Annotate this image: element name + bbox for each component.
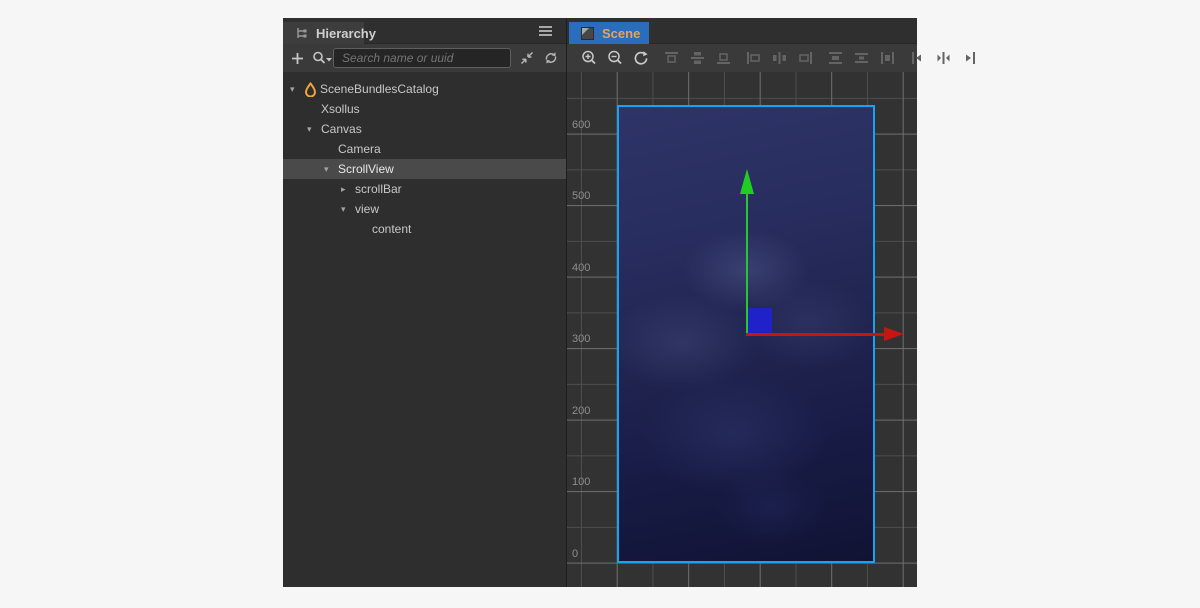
ruler-label-300: 300: [572, 333, 600, 346]
scene-viewport[interactable]: 600 500 400 300 200 100 0: [567, 72, 917, 587]
origin-handle[interactable]: [748, 308, 772, 333]
expand-arrow-icon[interactable]: ▾: [341, 199, 355, 219]
hierarchy-toolbar: [283, 44, 566, 72]
tree-item-label: SceneBundlesCatalog: [320, 82, 439, 96]
tree-item-view[interactable]: ▾ view: [283, 199, 566, 219]
x-axis-line: [746, 333, 885, 336]
expand-arrow-icon[interactable]: ▾: [324, 159, 338, 179]
align-vertical-center-icon[interactable]: [688, 49, 706, 67]
scene-toolbar: [567, 44, 917, 72]
refresh-icon[interactable]: [542, 49, 560, 67]
hierarchy-tabbar: Hierarchy: [283, 18, 566, 44]
collapse-all-icon[interactable]: [518, 49, 536, 67]
tree-item-scrollbar[interactable]: ▸ scrollBar: [283, 179, 566, 199]
hierarchy-panel: Hierarchy: [283, 18, 566, 587]
expand-arrow-icon[interactable]: ▸: [341, 179, 355, 199]
align-bottom-icon[interactable]: [714, 49, 732, 67]
expand-arrow-icon[interactable]: ▾: [290, 79, 304, 99]
hierarchy-tree-icon: [292, 24, 310, 42]
tab-hierarchy-label: Hierarchy: [316, 26, 376, 41]
tree-item-canvas[interactable]: ▾ Canvas: [283, 119, 566, 139]
zoom-in-icon[interactable]: [580, 49, 598, 67]
ruler-label-100: 100: [572, 476, 600, 489]
ruler-label-0: 0: [572, 548, 600, 561]
align-right-icon[interactable]: [796, 49, 814, 67]
hamburger-menu-icon[interactable]: [539, 26, 552, 36]
tree-item-label: Xsollus: [321, 102, 360, 116]
tree-item-content[interactable]: content: [283, 219, 566, 239]
scene-image-icon: [578, 24, 596, 42]
align-left-icon[interactable]: [744, 49, 762, 67]
tree-item-scenebundlescatalog[interactable]: ▾ SceneBundlesCatalog: [283, 79, 566, 99]
tree-item-label: scrollBar: [355, 182, 402, 196]
editor-window: Hierarchy: [283, 18, 917, 587]
tab-scene[interactable]: Scene: [569, 22, 649, 44]
hierarchy-tree: ▾ SceneBundlesCatalog Xsollus ▾ Canvas C…: [283, 72, 566, 587]
align-top-icon[interactable]: [662, 49, 680, 67]
ruler-label-200: 200: [572, 405, 600, 418]
distribute-vertical-icon[interactable]: [826, 49, 844, 67]
distribute-center-icon[interactable]: [852, 49, 870, 67]
tree-item-label: ScrollView: [338, 162, 394, 176]
expand-vertical-icon[interactable]: [934, 49, 952, 67]
ruler-label-600: 600: [572, 119, 600, 132]
tree-item-camera[interactable]: Camera: [283, 139, 566, 159]
reset-view-icon[interactable]: [632, 49, 650, 67]
search-input[interactable]: [333, 48, 511, 68]
x-axis-arrow-icon[interactable]: [884, 327, 904, 341]
expand-arrow-icon[interactable]: ▾: [307, 119, 321, 139]
tree-item-label: Camera: [338, 142, 381, 156]
tree-item-label: view: [355, 202, 379, 216]
shrink-horizontal-icon[interactable]: [960, 49, 978, 67]
tab-hierarchy[interactable]: Hierarchy: [283, 22, 364, 44]
tree-item-label: Canvas: [321, 122, 362, 136]
zoom-out-icon[interactable]: [606, 49, 624, 67]
scene-panel: Scene: [567, 18, 917, 587]
add-node-icon[interactable]: [288, 49, 306, 67]
align-horizontal-center-icon[interactable]: [770, 49, 788, 67]
tree-item-label: content: [372, 222, 411, 236]
y-axis-arrow-icon[interactable]: [740, 169, 754, 194]
tab-scene-label: Scene: [602, 26, 640, 41]
distribute-horizontal-icon[interactable]: [878, 49, 896, 67]
scene-asset-flame-icon: [304, 82, 320, 97]
tree-item-scrollview[interactable]: ▾ ScrollView: [283, 159, 566, 179]
ruler-label-400: 400: [572, 262, 600, 275]
ruler-label-500: 500: [572, 190, 600, 203]
search-filter-icon[interactable]: [311, 49, 335, 67]
expand-horizontal-icon[interactable]: [908, 49, 926, 67]
scene-tabbar: Scene: [567, 18, 917, 44]
tree-item-xsollus[interactable]: Xsollus: [283, 99, 566, 119]
